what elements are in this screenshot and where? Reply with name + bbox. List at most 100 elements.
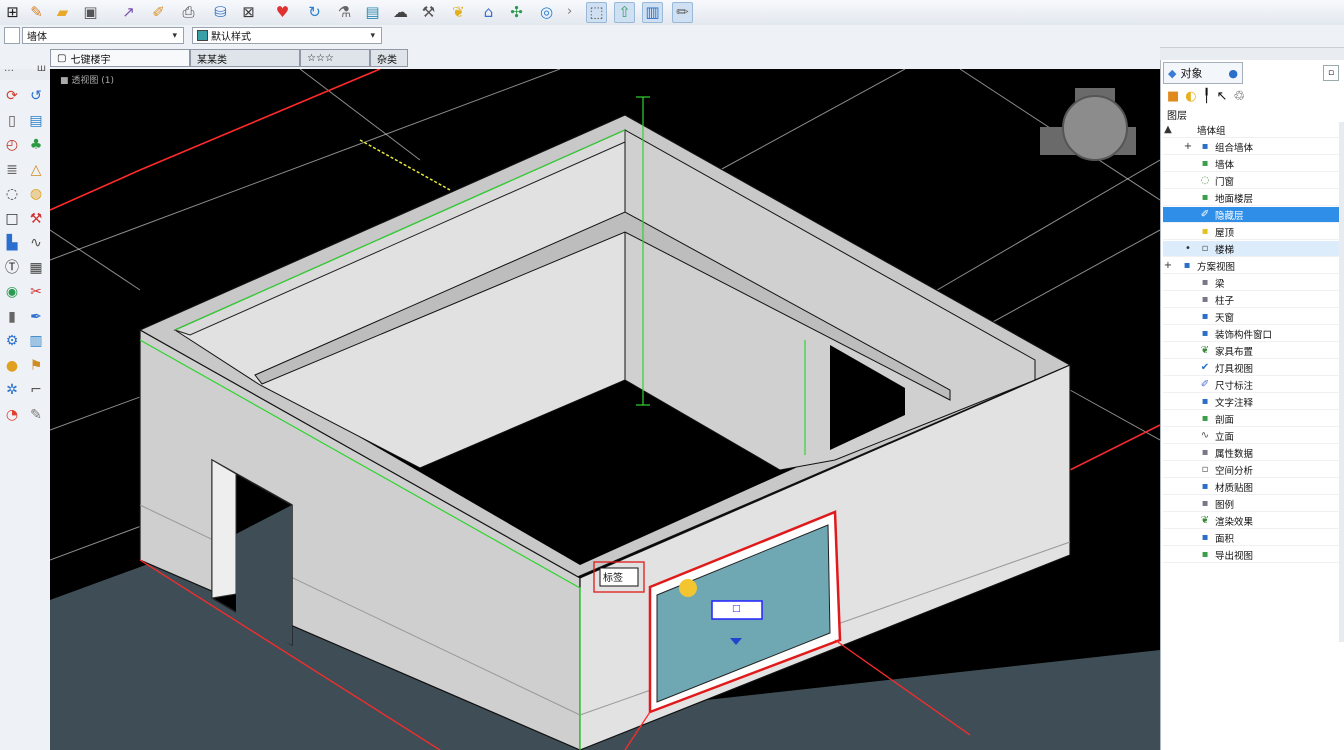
- scissors-icon[interactable]: ✂: [26, 282, 46, 302]
- window-icon[interactable]: ▤: [26, 111, 46, 131]
- window-tag-label[interactable]: □: [732, 604, 741, 614]
- tree-item[interactable]: ✔ 灯具视图: [1163, 360, 1343, 376]
- tree-item[interactable]: ▪ 柱子: [1163, 292, 1343, 308]
- zoom-window-icon[interactable]: ⊠: [238, 2, 259, 23]
- tree-item[interactable]: ▪ 装饰构件窗口: [1163, 326, 1343, 342]
- tree-item[interactable]: ▪ 面积: [1163, 530, 1343, 546]
- brush-icon[interactable]: ✐: [148, 2, 169, 23]
- rotate-icon[interactable]: ⟳: [2, 86, 22, 106]
- home-icon[interactable]: ⌂: [478, 2, 499, 23]
- tree-item[interactable]: ▪ 梁: [1163, 275, 1343, 291]
- flag-icon[interactable]: ⚑: [26, 356, 46, 376]
- tree-item[interactable]: ▪ 天窗: [1163, 309, 1343, 325]
- tree-item[interactable]: ▪ 材质贴图: [1163, 479, 1343, 495]
- tree-item[interactable]: ▪ 剖面: [1163, 411, 1343, 427]
- globe-icon[interactable]: ◉: [2, 282, 22, 302]
- refresh-icon[interactable]: ↺: [26, 86, 46, 106]
- toolbar-overflow-chevron-icon[interactable]: ›: [567, 4, 572, 19]
- brush-icon[interactable]: ✎: [26, 405, 46, 425]
- tree-item[interactable]: ✐ 尺寸标注: [1163, 377, 1343, 393]
- gear-icon[interactable]: ✲: [2, 380, 22, 400]
- square-icon[interactable]: □: [2, 209, 22, 229]
- palette-icon[interactable]: ■: [1167, 89, 1179, 104]
- panel-pin-icon[interactable]: ▫: [1323, 65, 1339, 81]
- tree-item[interactable]: + ▪ 方案视图: [1163, 258, 1343, 274]
- leaf-icon[interactable]: ❦: [448, 2, 469, 23]
- tree-expander-icon[interactable]: +: [1163, 260, 1173, 271]
- measure-icon[interactable]: ↗: [118, 2, 139, 23]
- tab-3[interactable]: ☆☆☆: [300, 49, 370, 67]
- tree-item[interactable]: • ▫ 楼梯: [1163, 241, 1343, 257]
- tree-item[interactable]: + ▪ 组合墙体: [1163, 139, 1343, 155]
- sun-icon[interactable]: ◐: [1185, 89, 1196, 104]
- tree-item[interactable]: ▪ 墙体: [1163, 156, 1343, 172]
- wall-tag-label[interactable]: 标签: [603, 569, 623, 584]
- text-icon[interactable]: Ⓣ: [2, 258, 22, 278]
- grid-icon[interactable]: ▦: [26, 258, 46, 278]
- back-arrow-icon[interactable]: ↖: [1216, 89, 1227, 104]
- database-icon[interactable]: ⛁: [210, 2, 231, 23]
- panel-icon[interactable]: ▥: [26, 331, 46, 351]
- object-browser-tab[interactable]: ◆ 对象 ●: [1163, 62, 1243, 84]
- book-icon[interactable]: ▮: [2, 307, 22, 327]
- cycle-icon[interactable]: ↻: [304, 2, 325, 23]
- sphere-icon[interactable]: ●: [2, 356, 22, 376]
- tree-expander-icon[interactable]: ▲: [1163, 124, 1173, 135]
- select-icon[interactable]: ⬚: [586, 2, 607, 23]
- clock-icon[interactable]: ◴: [2, 135, 22, 155]
- screen-icon[interactable]: ▤: [362, 2, 383, 23]
- layout-icon[interactable]: ⊞: [2, 2, 23, 23]
- tree-item[interactable]: ✐ 隐藏层: [1163, 207, 1343, 223]
- tree-item[interactable]: ❦ 家具布置: [1163, 343, 1343, 359]
- tree-item[interactable]: ❦ 渲染效果: [1163, 513, 1343, 529]
- plant-icon[interactable]: ♣: [26, 135, 46, 155]
- tree-item[interactable]: ▪ 屋顶: [1163, 224, 1343, 240]
- tab-1[interactable]: ▢ 七键楼宇: [50, 49, 190, 67]
- tree-item[interactable]: ▪ 图例: [1163, 496, 1343, 512]
- open-folder-icon[interactable]: ▰: [52, 2, 73, 23]
- pen-icon[interactable]: ✒: [26, 307, 46, 327]
- triangle-icon[interactable]: △: [26, 160, 46, 180]
- panel-icon[interactable]: ▥: [642, 2, 663, 23]
- tree-item[interactable]: ▫ 空间分析: [1163, 462, 1343, 478]
- tools-icon[interactable]: ⚙: [2, 331, 22, 351]
- save-icon[interactable]: ▣: [80, 2, 101, 23]
- flask-icon[interactable]: ⚗: [334, 2, 355, 23]
- door-icon[interactable]: ▯: [2, 111, 22, 131]
- heart-icon[interactable]: ♥: [272, 2, 293, 23]
- tree-item[interactable]: ▪ 属性数据: [1163, 445, 1343, 461]
- tree-expander-icon[interactable]: •: [1183, 243, 1193, 254]
- cloud-icon[interactable]: ☁: [390, 2, 411, 23]
- circle-icon[interactable]: ◌: [2, 184, 22, 204]
- link-icon[interactable]: ╿: [1203, 89, 1211, 104]
- tree-item[interactable]: ▲ 墙体组: [1163, 122, 1343, 138]
- style-select[interactable]: 默认样式 ▾: [192, 27, 382, 44]
- 3d-viewport[interactable]: 标签 □: [50, 69, 1160, 750]
- layer-picker-icon[interactable]: [4, 27, 20, 44]
- print-icon[interactable]: ⎙: [178, 2, 199, 23]
- edit-icon[interactable]: ✏: [672, 2, 693, 23]
- tree-expander-icon[interactable]: +: [1183, 141, 1193, 152]
- pencil-icon[interactable]: ✎: [26, 2, 47, 23]
- tab-4[interactable]: 杂类: [370, 49, 408, 67]
- tree-item[interactable]: ▪ 导出视图: [1163, 547, 1343, 563]
- tree-item[interactable]: ▪ 地面楼层: [1163, 190, 1343, 206]
- tree-item[interactable]: ◌ 门窗: [1163, 173, 1343, 189]
- layer-select[interactable]: 墙体 ▾: [22, 27, 184, 44]
- fan-icon[interactable]: ✣: [506, 2, 527, 23]
- tools-icon[interactable]: ⚒: [418, 2, 439, 23]
- bulb-icon[interactable]: ◍: [26, 184, 46, 204]
- arrow-up-icon[interactable]: ⇧: [614, 2, 635, 23]
- target-icon[interactable]: ◎: [536, 2, 557, 23]
- sofa-icon[interactable]: ▙: [2, 233, 22, 253]
- tree-item[interactable]: ▪ 文字注释: [1163, 394, 1343, 410]
- recycle-icon[interactable]: ♲: [1233, 89, 1245, 104]
- hammer-icon[interactable]: ⚒: [26, 209, 46, 229]
- tree-item[interactable]: ∿ 立面: [1163, 428, 1343, 444]
- measure-icon[interactable]: ⌐: [26, 380, 46, 400]
- panel-scrollbar[interactable]: [1339, 122, 1344, 642]
- stair-icon[interactable]: ≣: [2, 160, 22, 180]
- chart-icon[interactable]: ◔: [2, 405, 22, 425]
- tab-2[interactable]: 某某类: [190, 49, 300, 67]
- curve-icon[interactable]: ∿: [26, 233, 46, 253]
